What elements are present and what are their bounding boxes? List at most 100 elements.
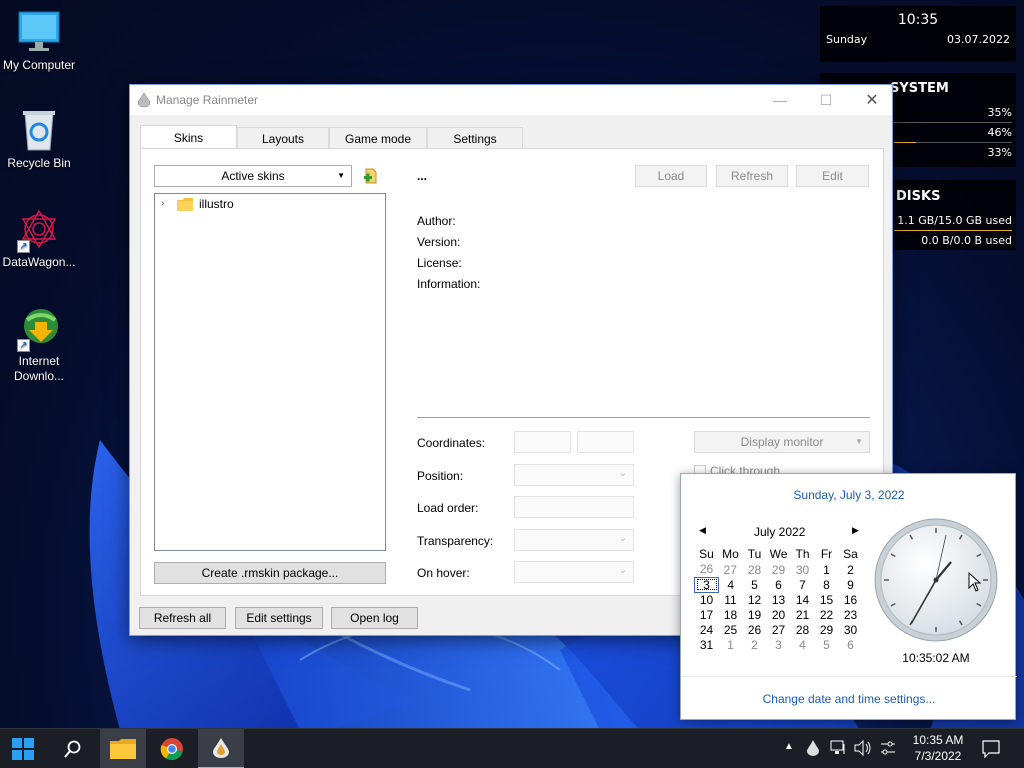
- calendar-day[interactable]: 23: [839, 607, 863, 622]
- calendar-day[interactable]: 5: [743, 577, 767, 592]
- digital-time: 10:35:02 AM: [902, 651, 970, 665]
- desktop-icon-recycle-bin[interactable]: Recycle Bin: [0, 108, 78, 171]
- open-log-button[interactable]: Open log: [331, 607, 418, 629]
- calendar-day[interactable]: 18: [719, 607, 743, 622]
- tree-item-illustro[interactable]: illustro: [199, 197, 234, 211]
- edit-button[interactable]: Edit: [796, 165, 869, 187]
- calendar-day[interactable]: 7: [791, 577, 815, 592]
- calendar-day[interactable]: 30: [839, 622, 863, 637]
- file-explorer-icon[interactable]: [100, 729, 146, 768]
- load-order-field[interactable]: [514, 496, 634, 518]
- calendar-day[interactable]: 27: [767, 622, 791, 637]
- tab-game-mode[interactable]: Game mode: [329, 127, 427, 149]
- calendar-day[interactable]: 4: [719, 577, 743, 592]
- calendar-day[interactable]: 21: [791, 607, 815, 622]
- calendar-day[interactable]: 30: [791, 562, 815, 577]
- prev-month-arrow-icon[interactable]: ◀: [699, 525, 706, 536]
- calendar-day[interactable]: 6: [767, 577, 791, 592]
- change-date-time-settings-link[interactable]: Change date and time settings...: [681, 692, 1017, 706]
- calendar-day[interactable]: 2: [743, 637, 767, 652]
- calendar-day[interactable]: 17: [695, 607, 719, 622]
- create-rmskin-package-button[interactable]: Create .rmskin package...: [154, 562, 386, 584]
- calendar-day[interactable]: 25: [719, 622, 743, 637]
- tab-skins[interactable]: Skins: [140, 125, 237, 149]
- load-button[interactable]: Load: [635, 165, 707, 187]
- minimize-button[interactable]: —: [757, 85, 803, 115]
- desktop-icon-my-computer[interactable]: My Computer: [0, 10, 78, 73]
- desktop-icon-internet-download-manager[interactable]: ↗ Internet Downlo...: [0, 306, 78, 384]
- calendar-day[interactable]: 14: [791, 592, 815, 607]
- desktop-icon-datawagon[interactable]: ↗ DataWagon...: [0, 207, 78, 270]
- calendar-day[interactable]: 28: [791, 622, 815, 637]
- notification-icon[interactable]: [982, 740, 1000, 761]
- close-button[interactable]: ✕: [849, 85, 895, 115]
- coordinate-y-field[interactable]: [577, 431, 634, 453]
- settings-sliders-icon[interactable]: [880, 740, 896, 759]
- maximize-button[interactable]: ☐: [803, 85, 849, 115]
- calendar-day[interactable]: 12: [743, 592, 767, 607]
- calendar-day[interactable]: 29: [767, 562, 791, 577]
- calendar-day[interactable]: 28: [743, 562, 767, 577]
- display-monitor-dropdown[interactable]: Display monitor ▼: [694, 431, 870, 453]
- calendar-day[interactable]: 1: [719, 637, 743, 652]
- active-skins-dropdown[interactable]: Active skins ▼: [154, 165, 352, 187]
- calendar-day[interactable]: 26: [695, 562, 719, 577]
- calendar-day[interactable]: 3: [767, 637, 791, 652]
- search-icon[interactable]: [50, 729, 96, 768]
- calendar-day[interactable]: 4: [791, 637, 815, 652]
- chrome-icon[interactable]: [149, 729, 195, 768]
- start-icon[interactable]: [0, 729, 46, 768]
- expand-arrow-icon[interactable]: ›: [161, 198, 164, 209]
- datawagon-icon: ↗: [17, 207, 61, 253]
- calendar-day[interactable]: 9: [839, 577, 863, 592]
- calendar-day[interactable]: 1: [815, 562, 839, 577]
- calendar-day[interactable]: 2: [839, 562, 863, 577]
- calendar-day[interactable]: 27: [719, 562, 743, 577]
- calendar-day[interactable]: 24: [695, 622, 719, 637]
- long-date-link[interactable]: Sunday, July 3, 2022: [681, 488, 1017, 502]
- coordinates-label: Coordinates:: [417, 436, 486, 450]
- calendar-day[interactable]: 26: [743, 622, 767, 637]
- calendar-day[interactable]: 13: [767, 592, 791, 607]
- calendar-day[interactable]: 10: [695, 592, 719, 607]
- calendar-grid: Su Mo Tu We Th Fr Sa 26 27 28 29 30 1 2 3 4 5 6 7 8 9 10 11 12…: [694, 546, 863, 652]
- transparency-dropdown[interactable]: ⌄: [514, 529, 634, 551]
- tab-layouts[interactable]: Layouts: [237, 127, 329, 149]
- position-dropdown[interactable]: ⌄: [514, 464, 634, 486]
- add-skin-icon[interactable]: [363, 168, 379, 184]
- calendar-day[interactable]: 5: [815, 637, 839, 652]
- coordinate-x-field[interactable]: [514, 431, 571, 453]
- calendar-day[interactable]: 20: [767, 607, 791, 622]
- rainmeter-icon[interactable]: [198, 729, 244, 768]
- calendar-day[interactable]: 16: [839, 592, 863, 607]
- skins-tree[interactable]: › illustro: [154, 193, 386, 551]
- rainmeter-tray-icon[interactable]: [807, 740, 819, 759]
- calendar-day[interactable]: 15: [815, 592, 839, 607]
- calendar-day[interactable]: 6: [839, 637, 863, 652]
- tab-settings[interactable]: Settings: [427, 127, 523, 149]
- calendar-day[interactable]: 22: [815, 607, 839, 622]
- month-label[interactable]: July 2022: [754, 525, 805, 539]
- calendar-day[interactable]: 19: [743, 607, 767, 622]
- next-month-arrow-icon[interactable]: ▶: [852, 525, 859, 536]
- transparency-label: Transparency:: [417, 534, 494, 548]
- edit-settings-button[interactable]: Edit settings: [235, 607, 323, 629]
- chevron-down-icon: ▼: [337, 171, 345, 180]
- disks-widget-title: DISKS: [896, 189, 941, 204]
- refresh-all-button[interactable]: Refresh all: [139, 607, 226, 629]
- on-hover-label: On hover:: [417, 566, 470, 580]
- show-hidden-icons-chevron-icon[interactable]: ▲: [784, 741, 794, 752]
- refresh-button[interactable]: Refresh: [716, 165, 788, 187]
- network-icon[interactable]: [830, 740, 846, 759]
- ram-value: 46%: [987, 126, 1012, 139]
- volume-icon[interactable]: [854, 739, 872, 759]
- taskbar-clock[interactable]: 10:35 AM 7/3/2022: [905, 732, 971, 764]
- calendar-day[interactable]: 29: [815, 622, 839, 637]
- calendar-day[interactable]: 8: [815, 577, 839, 592]
- calendar-day[interactable]: 11: [719, 592, 743, 607]
- on-hover-dropdown[interactable]: ⌄: [514, 561, 634, 583]
- calendar-day[interactable]: 31: [695, 637, 719, 652]
- calendar-day-today[interactable]: 3: [694, 576, 719, 593]
- title-bar[interactable]: Manage Rainmeter — ☐ ✕: [130, 85, 892, 115]
- recycle-bin-icon: [17, 108, 61, 152]
